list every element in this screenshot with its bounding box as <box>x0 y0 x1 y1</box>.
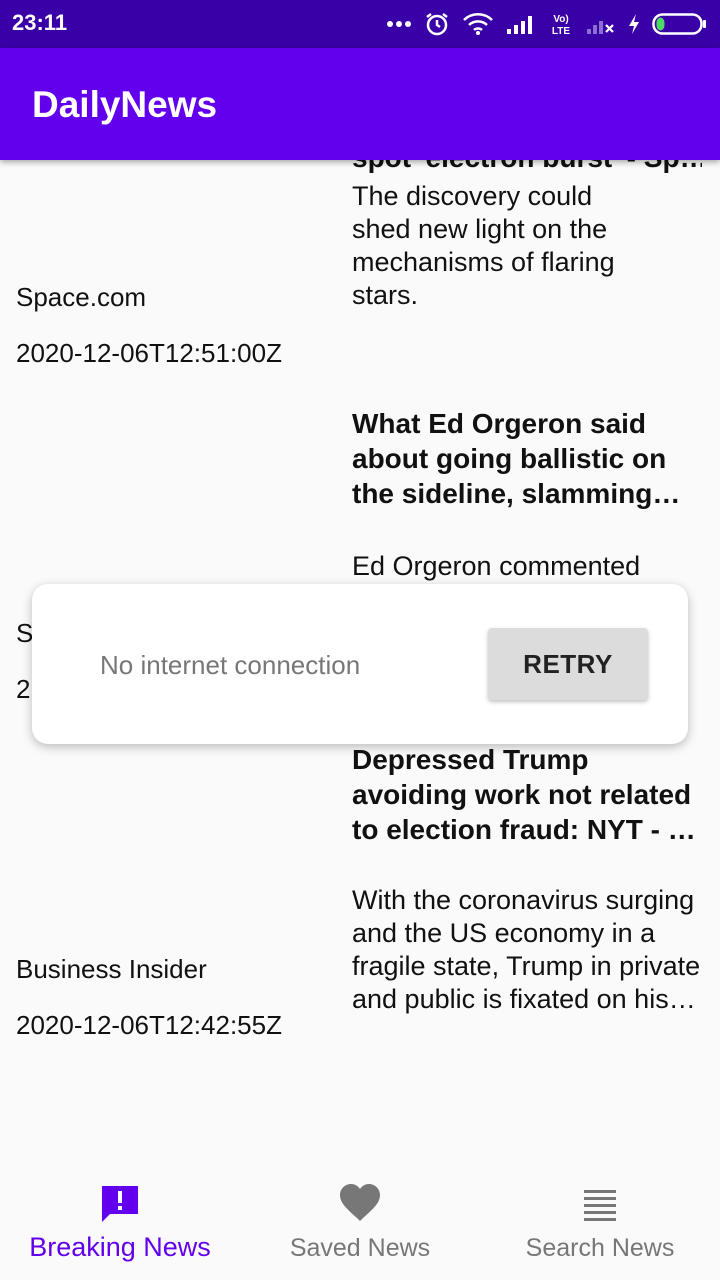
battery-icon <box>652 12 708 36</box>
list-icon <box>580 1184 620 1224</box>
retry-button[interactable]: RETRY <box>488 628 648 700</box>
article-source: Business Insider <box>16 954 207 984</box>
svg-text:LTE: LTE <box>552 26 570 36</box>
article-source: S <box>16 618 34 648</box>
more-dots-icon <box>386 19 412 29</box>
article-title: spot 'electron burst' - Sp… <box>352 160 702 175</box>
alarm-icon <box>424 11 450 37</box>
article-description: With the coronavirus surging and the US … <box>352 885 701 1014</box>
nav-label: Breaking News <box>29 1232 211 1262</box>
status-time: 23:11 <box>12 10 68 35</box>
nav-label: Search News <box>525 1234 675 1262</box>
app-bar: DailyNews <box>0 48 720 160</box>
article-description: Ed Orgeron commented <box>352 551 641 581</box>
article-title: Depressed Trump avoiding work not relate… <box>352 744 696 845</box>
status-icons: Vo) LTE <box>386 8 708 40</box>
article-description: The discovery could shed new light on th… <box>352 181 615 310</box>
article-date: 2 <box>16 674 31 704</box>
nav-breaking-news[interactable]: Breaking News <box>0 1170 240 1280</box>
article-date: 2020-12-06T12:42:55Z <box>16 1010 282 1040</box>
article-source: Space.com <box>16 282 147 312</box>
snackbar-message: No internet connection <box>100 650 361 680</box>
article-date: 2020-12-06T12:51:00Z <box>16 338 282 368</box>
nav-label: Saved News <box>289 1234 431 1262</box>
heart-icon <box>340 1184 380 1224</box>
volte-icon: Vo) LTE <box>548 12 574 36</box>
charging-icon <box>628 13 640 35</box>
breaking-news-icon <box>100 1184 140 1224</box>
nav-saved-news[interactable]: Saved News <box>240 1170 480 1280</box>
status-bar: 23:11 Vo) LTE <box>0 0 720 48</box>
bottom-navigation: Breaking News Saved News Search News <box>0 1170 720 1280</box>
no-connection-snackbar: No internet connection RETRY <box>32 584 688 744</box>
wifi-icon <box>462 12 494 36</box>
nav-search-news[interactable]: Search News <box>480 1170 720 1280</box>
signal-no-sim-icon <box>586 13 616 35</box>
svg-text:Vo): Vo) <box>553 14 568 25</box>
app-title: DailyNews <box>32 84 218 125</box>
article-title: What Ed Orgeron said about going ballist… <box>352 408 667 509</box>
signal-icon <box>506 13 536 35</box>
